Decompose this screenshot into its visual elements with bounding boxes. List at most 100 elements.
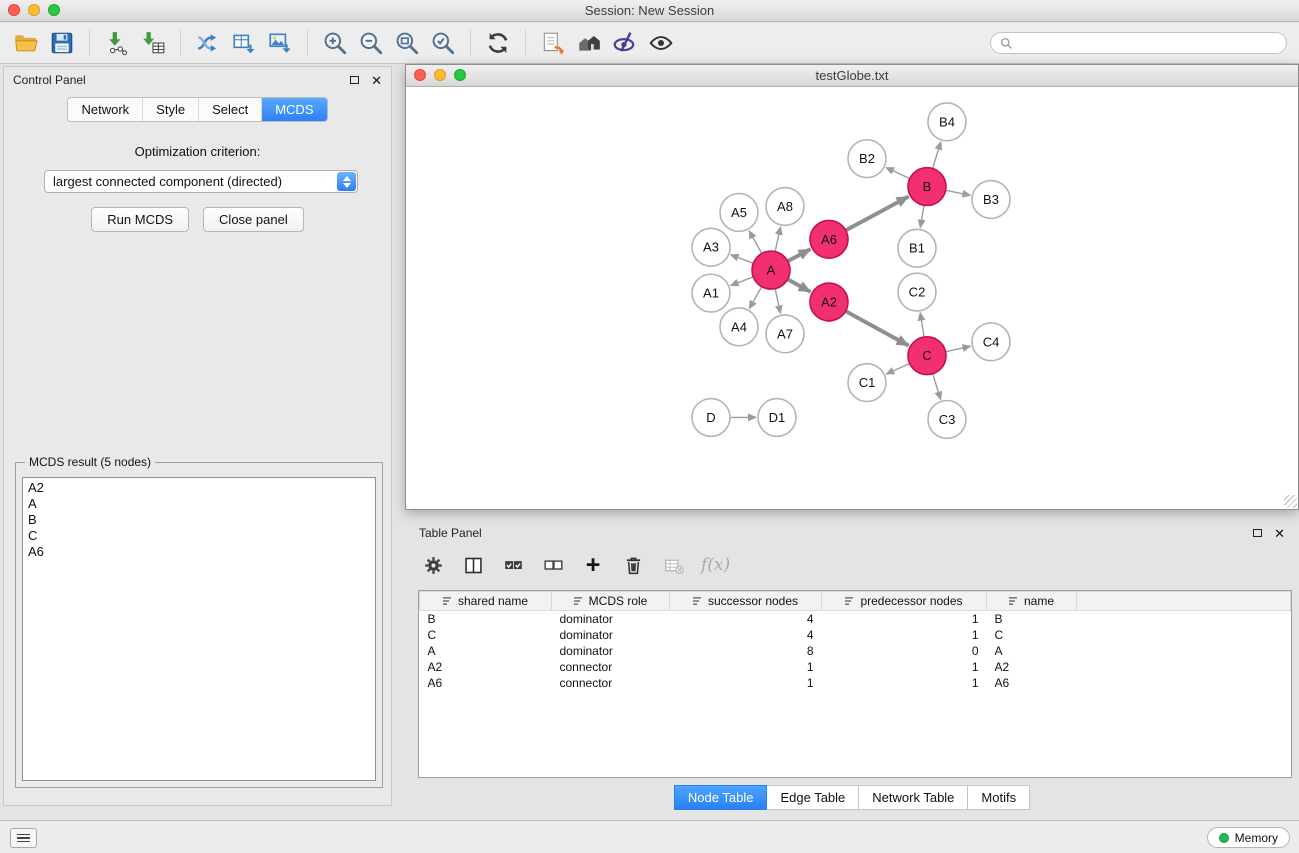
new-network-button[interactable] xyxy=(190,26,226,60)
table-cell[interactable]: C xyxy=(420,627,552,643)
graph-edge-A-A4[interactable] xyxy=(749,287,761,309)
graph-node-C3[interactable]: C3 xyxy=(928,401,966,439)
memory-button[interactable]: Memory xyxy=(1207,827,1290,848)
show-details-button[interactable] xyxy=(643,26,679,60)
graph-node-A6[interactable]: A6 xyxy=(810,220,848,258)
tab-select[interactable]: Select xyxy=(199,98,262,121)
graph-node-A4[interactable]: A4 xyxy=(720,308,758,346)
tab-edge-table[interactable]: Edge Table xyxy=(767,785,859,810)
table-cell[interactable]: A xyxy=(987,643,1077,659)
table-cell[interactable]: A6 xyxy=(987,675,1077,691)
table-cell[interactable]: connector xyxy=(552,675,670,691)
graph-edge-A6-B[interactable] xyxy=(846,196,909,230)
graph-node-D1[interactable]: D1 xyxy=(758,399,796,437)
deselect-all-columns-button[interactable] xyxy=(541,553,565,577)
import-table-button[interactable] xyxy=(135,26,171,60)
column-header-predecessor-nodes[interactable]: predecessor nodes xyxy=(822,592,987,611)
graph-edge-A-A7[interactable] xyxy=(775,289,780,314)
close-window-button[interactable] xyxy=(8,4,20,16)
minimize-window-button[interactable] xyxy=(28,4,40,16)
search-input[interactable] xyxy=(1018,36,1277,50)
tab-node-table[interactable]: Node Table xyxy=(674,785,768,810)
mcds-result-item[interactable]: B xyxy=(28,512,370,528)
close-table-panel-icon[interactable]: ✕ xyxy=(1274,527,1285,540)
graph-node-A1[interactable]: A1 xyxy=(692,274,730,312)
table-cell[interactable]: C xyxy=(987,627,1077,643)
table-cell[interactable]: A2 xyxy=(420,659,552,675)
resize-grip[interactable] xyxy=(1284,495,1297,508)
column-header-mcds-role[interactable]: MCDS role xyxy=(552,592,670,611)
style-eye-button[interactable] xyxy=(607,26,643,60)
mcds-result-list[interactable]: A2ABCA6 xyxy=(22,477,376,781)
graph-node-A5[interactable]: A5 xyxy=(720,193,758,231)
graph-edge-B-B4[interactable] xyxy=(933,142,941,169)
tab-network[interactable]: Network xyxy=(68,98,143,121)
graph-node-B[interactable]: B xyxy=(908,168,946,206)
create-column-button[interactable]: + xyxy=(581,553,605,577)
export-image-button[interactable] xyxy=(262,26,298,60)
table-cell[interactable]: 1 xyxy=(822,659,987,675)
zoom-selected-button[interactable] xyxy=(425,26,461,60)
network-zoom-button[interactable] xyxy=(454,69,466,81)
open-session-button[interactable] xyxy=(8,26,44,60)
graph-edge-A2-C[interactable] xyxy=(846,311,909,346)
float-panel-icon[interactable] xyxy=(350,76,359,84)
float-table-panel-icon[interactable] xyxy=(1253,529,1262,537)
zoom-window-button[interactable] xyxy=(48,4,60,16)
table-row[interactable]: Adominator80A xyxy=(420,643,1291,659)
graph-edge-C-C4[interactable] xyxy=(946,346,971,351)
save-session-button[interactable] xyxy=(44,26,80,60)
table-cell[interactable]: 1 xyxy=(670,675,822,691)
function-builder-button[interactable]: f(x) xyxy=(701,555,730,575)
graph-edge-A-A3[interactable] xyxy=(731,255,754,264)
import-network-button[interactable] xyxy=(99,26,135,60)
mcds-result-item[interactable]: C xyxy=(28,528,370,544)
table-cell[interactable]: A xyxy=(420,643,552,659)
table-cell[interactable]: dominator xyxy=(552,611,670,627)
zoom-in-button[interactable] xyxy=(317,26,353,60)
graph-edge-B-B3[interactable] xyxy=(946,190,971,195)
graph-edge-A-A1[interactable] xyxy=(731,277,754,286)
table-cell[interactable]: connector xyxy=(552,659,670,675)
panel-menu-button[interactable] xyxy=(10,828,37,848)
graph-node-B4[interactable]: B4 xyxy=(928,103,966,141)
home-button[interactable] xyxy=(571,26,607,60)
graph-node-C[interactable]: C xyxy=(908,337,946,375)
table-cell[interactable]: 1 xyxy=(822,675,987,691)
column-header-name[interactable]: name xyxy=(987,592,1077,611)
select-all-columns-button[interactable] xyxy=(501,553,525,577)
graph-node-A7[interactable]: A7 xyxy=(766,315,804,353)
close-panel-button[interactable]: Close panel xyxy=(203,207,304,232)
delete-table-button[interactable] xyxy=(661,553,685,577)
graph-node-A8[interactable]: A8 xyxy=(766,188,804,226)
graph-edge-B-B2[interactable] xyxy=(886,168,910,179)
run-mcds-button[interactable]: Run MCDS xyxy=(91,207,189,232)
table-cell[interactable]: dominator xyxy=(552,627,670,643)
network-close-button[interactable] xyxy=(414,69,426,81)
tab-motifs[interactable]: Motifs xyxy=(968,785,1030,810)
table-cell[interactable]: 0 xyxy=(822,643,987,659)
table-row[interactable]: Bdominator41B xyxy=(420,611,1291,627)
column-header-successor-nodes[interactable]: successor nodes xyxy=(670,592,822,611)
delete-column-button[interactable] xyxy=(621,553,645,577)
graph-edge-B-B1[interactable] xyxy=(920,205,924,227)
graph-node-C2[interactable]: C2 xyxy=(898,273,936,311)
graph-edge-C-C1[interactable] xyxy=(886,363,910,374)
table-row[interactable]: A2connector11A2 xyxy=(420,659,1291,675)
graph-node-A2[interactable]: A2 xyxy=(810,283,848,321)
graph-edge-A-A2[interactable] xyxy=(788,279,811,292)
zoom-fit-button[interactable] xyxy=(389,26,425,60)
graph-edge-C-C2[interactable] xyxy=(920,313,924,337)
refresh-button[interactable] xyxy=(480,26,516,60)
curved-document-button[interactable] xyxy=(535,26,571,60)
network-canvas[interactable]: B4B2BB3A5A8A6B1A3AC2A1A2A4A7C4CC1C3DD1 xyxy=(406,88,1298,509)
table-cell[interactable]: 1 xyxy=(822,611,987,627)
export-table-button[interactable] xyxy=(226,26,262,60)
column-header-shared-name[interactable]: shared name xyxy=(420,592,552,611)
mcds-result-item[interactable]: A6 xyxy=(28,544,370,560)
graph-node-B1[interactable]: B1 xyxy=(898,229,936,267)
search-box[interactable] xyxy=(990,32,1287,54)
graph-edge-A-A8[interactable] xyxy=(775,227,780,252)
table-row[interactable]: A6connector11A6 xyxy=(420,675,1291,691)
mcds-result-item[interactable]: A xyxy=(28,496,370,512)
